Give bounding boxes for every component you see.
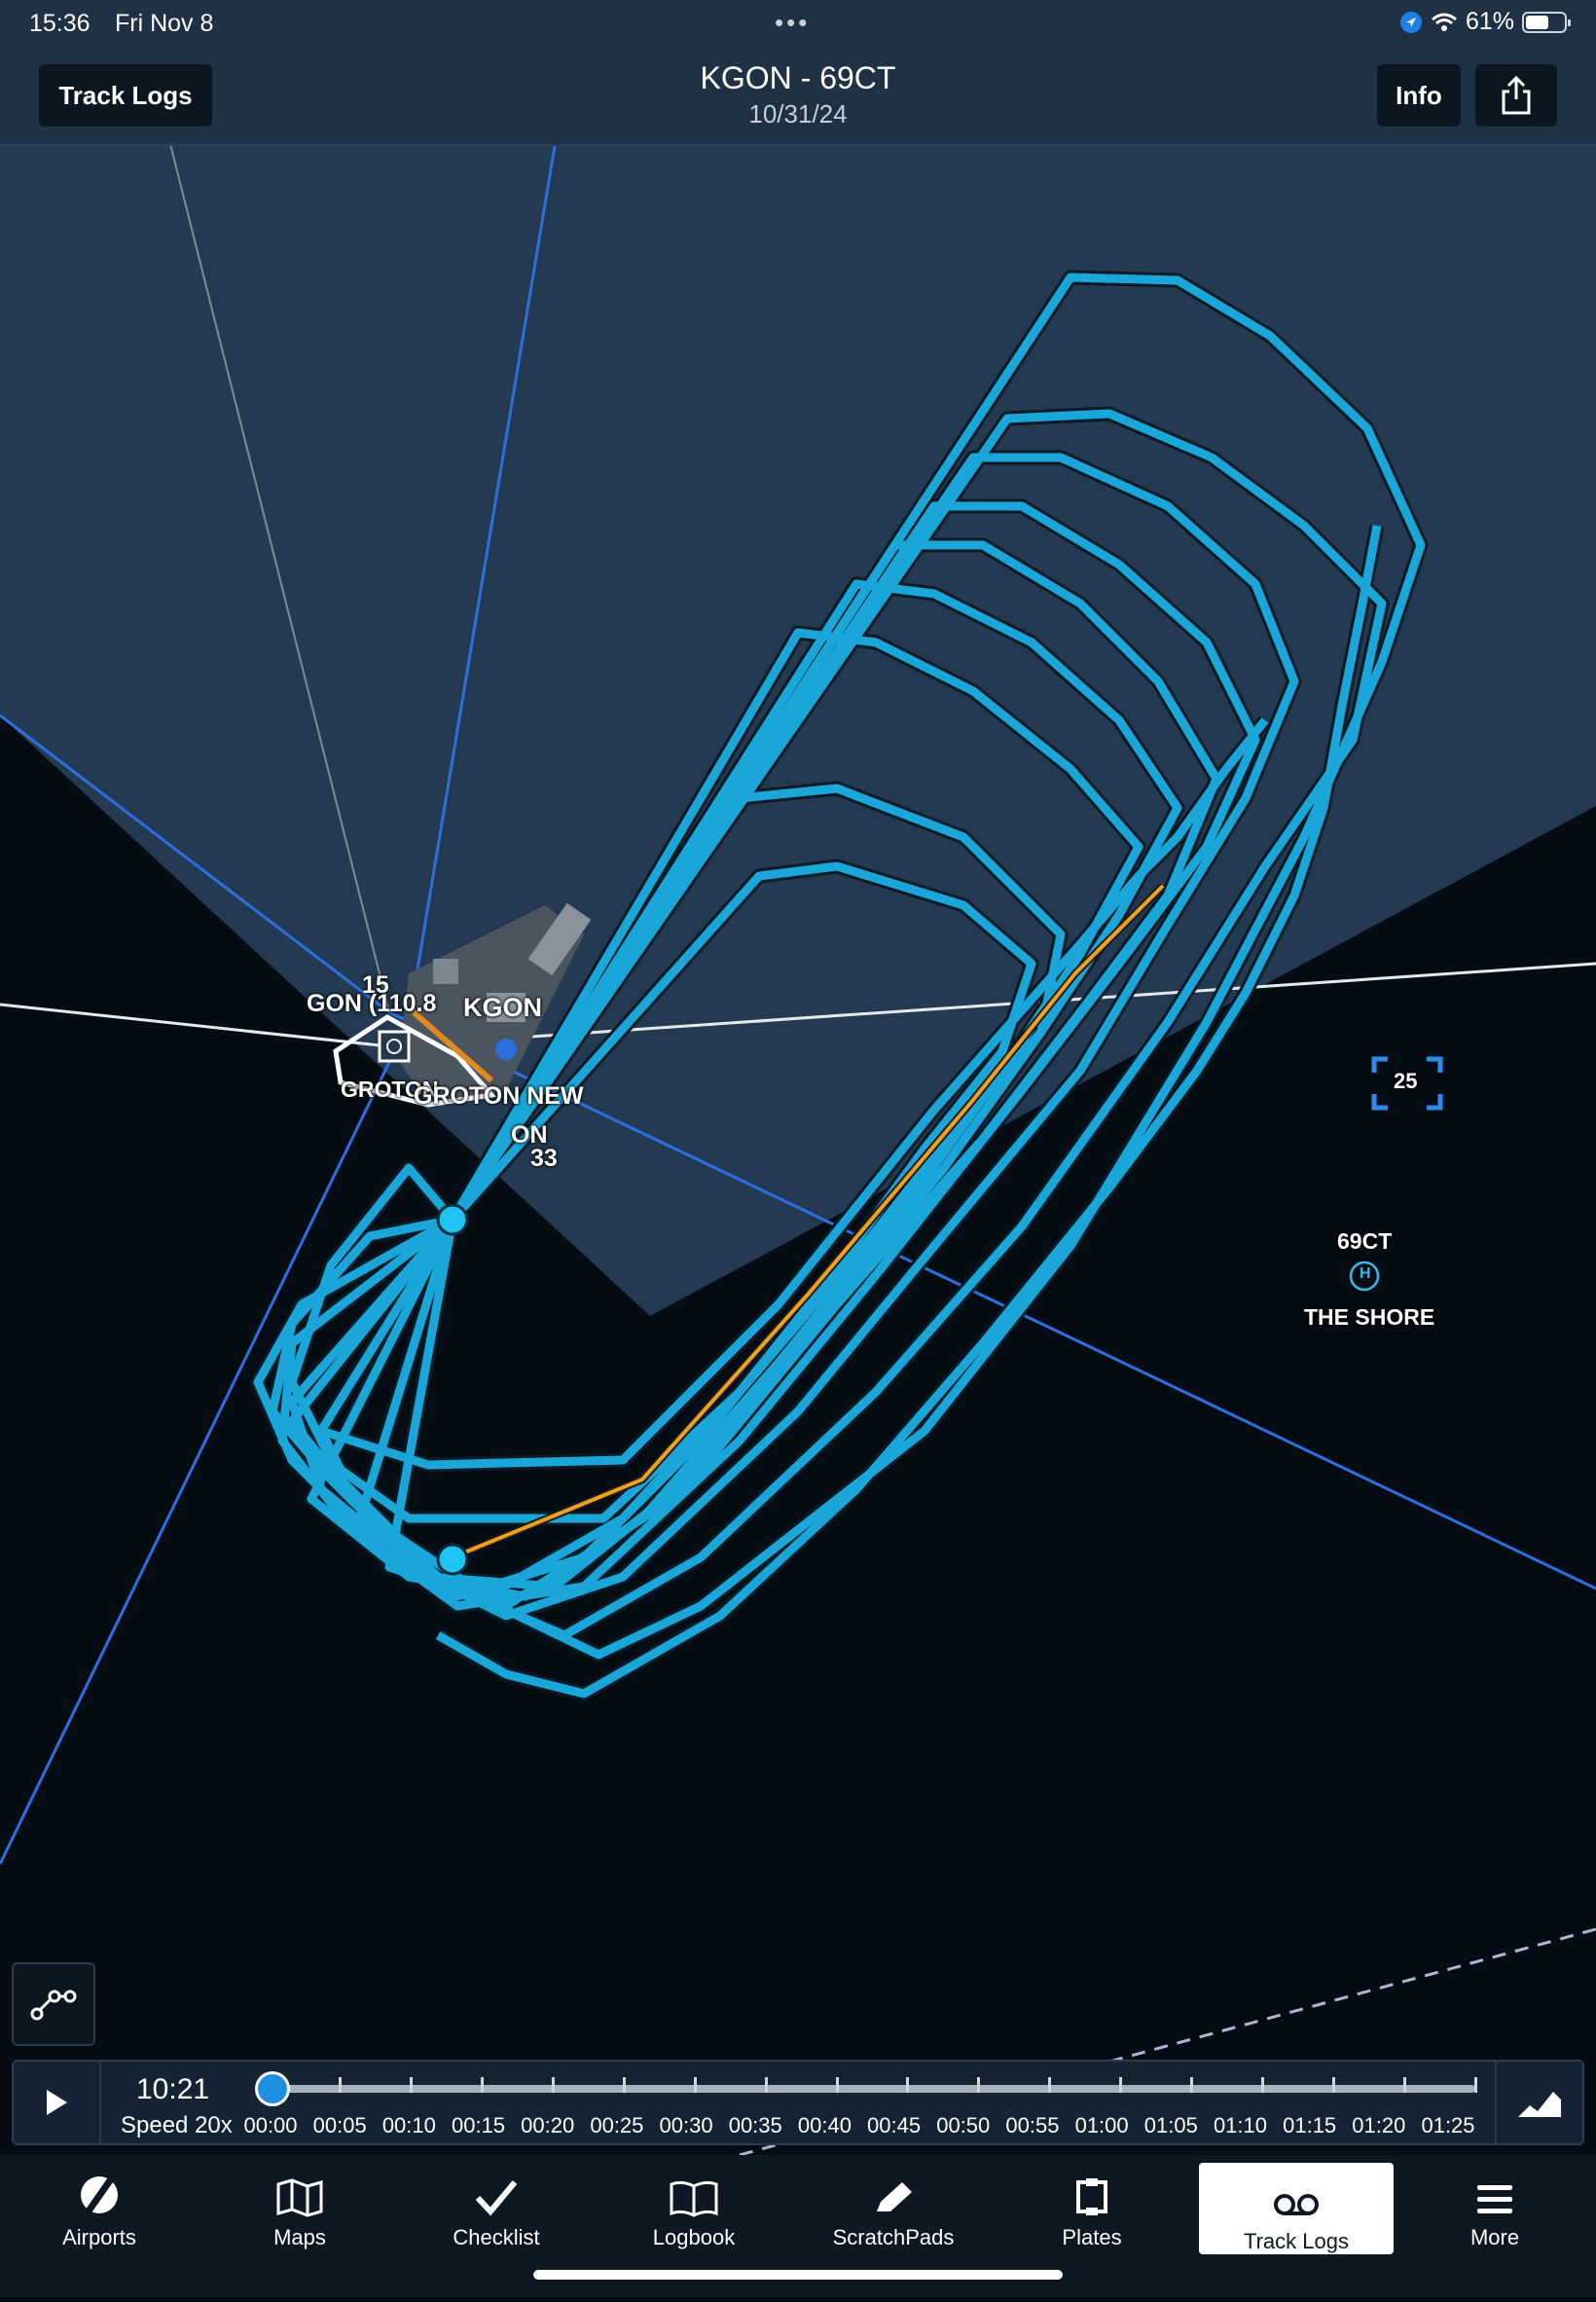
time-tick-label: 00:00 <box>243 2113 298 2138</box>
tab-label: Checklist <box>453 2225 540 2249</box>
map-icon <box>276 2178 323 2217</box>
status-date: Fri Nov 8 <box>115 10 214 37</box>
pencil-icon <box>877 2182 912 2211</box>
playback-bar: 10:21 Speed 20x 00:00 00:05 00:10 00:15 00:2… <box>12 2060 1584 2145</box>
scrubber-tick <box>764 2077 768 2093</box>
time-tick-label: 01:20 <box>1352 2113 1406 2138</box>
info-button[interactable]: Info <box>1377 64 1461 127</box>
dashed-boundary <box>1108 1927 1596 2064</box>
moving-map[interactable]: 15 GON (110.8 KGON GROTON GROTON NEW ON … <box>0 0 1596 2297</box>
play-icon <box>47 2090 67 2115</box>
time-tick-label: 00:35 <box>728 2113 782 2138</box>
time-tick-label: 00:20 <box>521 2113 575 2138</box>
plate-icon <box>1076 2178 1107 2215</box>
time-tick-label: 01:10 <box>1213 2113 1267 2138</box>
time-tick-label: 00:40 <box>797 2113 852 2138</box>
scrubber-knob[interactable] <box>255 2071 290 2106</box>
time-tick-label: 00:15 <box>451 2113 506 2138</box>
scrubber-tick <box>1048 2077 1052 2093</box>
scrubber-tick <box>1190 2077 1194 2093</box>
traffic-altitude-label: 25 <box>1394 1069 1418 1093</box>
altitude-profile-icon <box>1518 2092 1561 2117</box>
book-icon <box>670 2180 718 2217</box>
time-tick-label: 00:55 <box>1005 2113 1060 2138</box>
vor-label[interactable]: GON (110.8 <box>307 990 436 1018</box>
scrubber-tick <box>409 2077 413 2093</box>
tab-plates[interactable]: Plates <box>1024 2155 1160 2250</box>
home-indicator <box>533 2270 1063 2280</box>
status-time: 15:36 <box>29 10 91 37</box>
airport-icon <box>81 2176 118 2213</box>
battery-percent: 61% <box>1465 8 1514 35</box>
airport-label[interactable]: KGON <box>463 993 542 1023</box>
voicemail-icon <box>1274 2194 1319 2215</box>
page-title: KGON - 69CT <box>700 60 896 95</box>
heliport-symbol-letter: H <box>1360 1265 1371 1282</box>
tab-more[interactable]: More <box>1427 2155 1563 2250</box>
playback-speed[interactable]: Speed 20x <box>121 2112 233 2139</box>
tab-label: Track Logs <box>1243 2229 1349 2253</box>
scrubber-tick <box>835 2077 839 2093</box>
share-button[interactable] <box>1475 64 1557 127</box>
scrubber-tick <box>1332 2077 1336 2093</box>
time-tick-label: 00:05 <box>312 2113 367 2138</box>
playback-scrubber[interactable] <box>269 2077 1477 2093</box>
time-tick-label: 01:25 <box>1421 2113 1475 2138</box>
location-icon <box>1399 11 1422 33</box>
time-tick-label: 00:30 <box>659 2113 713 2138</box>
scrubber-tick <box>551 2077 555 2093</box>
tab-label: Airports <box>62 2225 136 2249</box>
scrubber-tick <box>693 2077 697 2093</box>
scrubber-tick <box>906 2077 910 2093</box>
multitasking-dots-icon[interactable]: ••• <box>775 8 810 38</box>
scrubber-tick <box>977 2077 981 2093</box>
status-indicators: 61% <box>1399 8 1571 36</box>
battery-icon <box>1522 11 1571 33</box>
hamburger-icon <box>1477 2185 1512 2213</box>
battery-fill <box>1526 15 1549 29</box>
tab-label: Maps <box>273 2225 326 2249</box>
checkmark-icon <box>475 2180 518 2216</box>
route-toggle-button[interactable] <box>12 1962 95 2046</box>
heliport-name-label: THE SHORE <box>1304 1304 1435 1330</box>
tab-airports[interactable]: Airports <box>31 2155 167 2250</box>
share-icon <box>1502 76 1531 115</box>
time-tick-label: 01:05 <box>1143 2113 1198 2138</box>
groton-new-label: GROTON NEW <box>414 1082 584 1110</box>
tab-logbook[interactable]: Logbook <box>626 2155 762 2250</box>
app-header: 15:36 Fri Nov 8 ••• 61% Track Logs KGON … <box>0 0 1596 146</box>
scrubber-tick <box>622 2077 626 2093</box>
time-tick-label: 00:50 <box>936 2113 991 2138</box>
scrubber-tick <box>1119 2077 1123 2093</box>
tab-checklist[interactable]: Checklist <box>428 2155 564 2250</box>
scrubber-tick <box>1474 2077 1477 2093</box>
scrubber-tick <box>338 2077 342 2093</box>
heliport-id-label[interactable]: 69CT <box>1337 1228 1392 1255</box>
play-button[interactable] <box>14 2062 101 2143</box>
tab-track-logs[interactable]: Track Logs <box>1199 2163 1394 2254</box>
tab-scratchpads[interactable]: ScratchPads <box>816 2155 971 2250</box>
time-tick-label: 00:10 <box>381 2113 436 2138</box>
time-tick-label: 00:25 <box>590 2113 644 2138</box>
tab-maps[interactable]: Maps <box>232 2155 368 2250</box>
scrubber-tick <box>1403 2077 1407 2093</box>
page-subtitle-date: 10/31/24 <box>748 99 848 128</box>
time-tick-label: 00:45 <box>867 2113 922 2138</box>
wifi-icon <box>1431 13 1457 31</box>
tab-label: More <box>1469 2225 1520 2249</box>
time-tick-label: 01:00 <box>1074 2113 1129 2138</box>
scrubber-tick <box>480 2077 484 2093</box>
playback-time: 10:21 <box>136 2073 210 2105</box>
route-icon <box>30 1990 77 2021</box>
tab-label: Plates <box>1062 2225 1122 2249</box>
track-end-marker <box>436 1543 469 1576</box>
runway-33-label: 33 <box>530 1145 558 1172</box>
map-canvas[interactable] <box>0 0 1596 2297</box>
track-start-marker <box>436 1203 469 1236</box>
time-tick-label: 01:15 <box>1283 2113 1337 2138</box>
tab-label: ScratchPads <box>832 2225 955 2249</box>
profile-chart-button[interactable] <box>1495 2062 1582 2143</box>
scrubber-tick <box>1261 2077 1265 2093</box>
tab-label: Logbook <box>652 2225 736 2249</box>
